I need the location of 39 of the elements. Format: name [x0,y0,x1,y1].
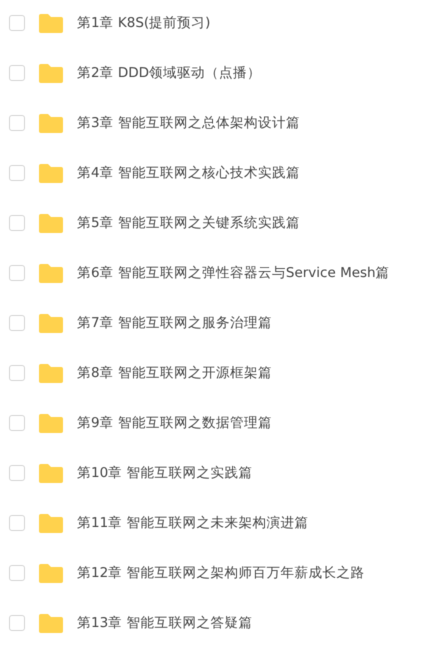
folder-icon [38,562,64,584]
folder-name[interactable]: 第4章 智能互联网之核心技术实践篇 [77,164,300,182]
folder-name[interactable]: 第9章 智能互联网之数据管理篇 [77,414,272,432]
folder-name[interactable]: 第1章 K8S(提前预习) [77,14,210,32]
folder-name[interactable]: 第8章 智能互联网之开源框架篇 [77,364,272,382]
folder-icon [38,262,64,284]
checkbox[interactable] [9,415,25,431]
folder-name[interactable]: 第10章 智能互联网之实践篇 [77,464,252,482]
folder-icon [38,312,64,334]
checkbox[interactable] [9,465,25,481]
checkbox[interactable] [9,565,25,581]
folder-name[interactable]: 第11章 智能互联网之未来架构演进篇 [77,514,308,532]
checkbox[interactable] [9,615,25,631]
folder-icon [38,62,64,84]
folder-name[interactable]: 第3章 智能互联网之总体架构设计篇 [77,114,300,132]
checkbox[interactable] [9,165,25,181]
folder-icon [38,212,64,234]
checkbox[interactable] [9,215,25,231]
folder-icon [38,412,64,434]
checkbox[interactable] [9,515,25,531]
folder-name[interactable]: 第5章 智能互联网之关键系统实践篇 [77,214,300,232]
folder-icon [38,162,64,184]
checkbox[interactable] [9,15,25,31]
folder-name[interactable]: 第2章 DDD领域驱动（点播） [77,64,262,82]
checkbox[interactable] [9,265,25,281]
folder-name[interactable]: 第7章 智能互联网之服务治理篇 [77,314,272,332]
checkbox[interactable] [9,115,25,131]
folder-name[interactable]: 第12章 智能互联网之架构师百万年薪成长之路 [77,564,364,582]
folder-icon [38,112,64,134]
folder-name[interactable]: 第13章 智能互联网之答疑篇 [77,614,252,632]
folder-icon [38,12,64,34]
checkbox[interactable] [9,65,25,81]
folder-icon [38,462,64,484]
folder-icon [38,512,64,534]
checkbox[interactable] [9,315,25,331]
checkbox[interactable] [9,365,25,381]
folder-name[interactable]: 第6章 智能互联网之弹性容器云与Service Mesh篇 [77,264,390,282]
folder-icon [38,362,64,384]
folder-icon [38,612,64,634]
